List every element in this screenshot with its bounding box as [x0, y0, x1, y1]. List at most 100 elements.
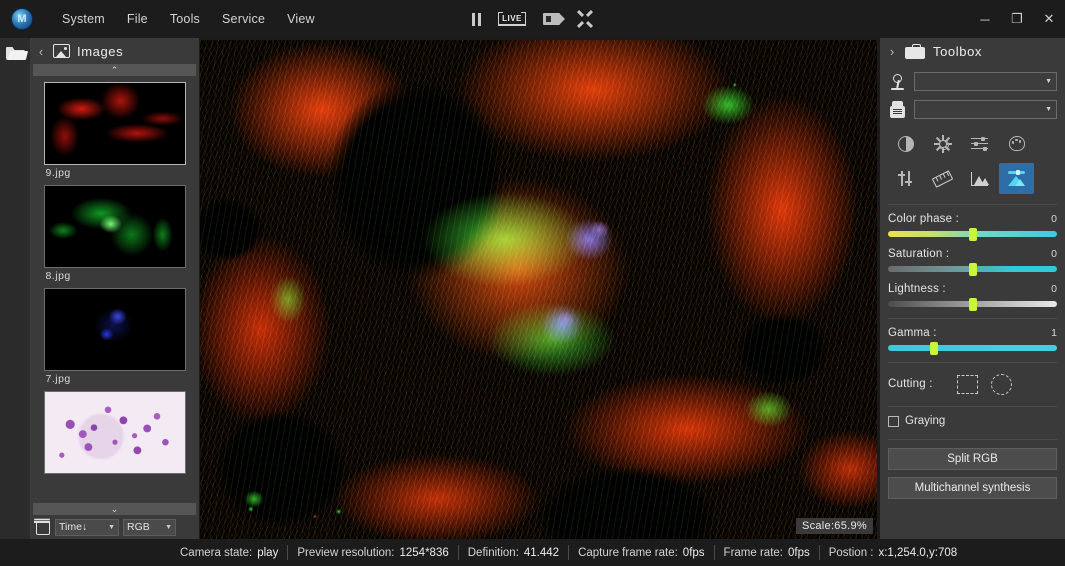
chevron-right-icon[interactable]: › — [887, 44, 897, 59]
list-item[interactable]: 9.jpg — [44, 82, 186, 182]
saturation-slider[interactable] — [888, 266, 1057, 272]
scale-indicator: Scale:65.9% — [796, 518, 873, 534]
toolbox-header: › Toolbox — [880, 38, 1065, 64]
list-item[interactable] — [44, 391, 186, 479]
slider-handle[interactable] — [969, 263, 977, 276]
graying-label: Graying — [905, 415, 945, 427]
sort-select-value: Time↓ — [59, 521, 103, 533]
rect-cut-button[interactable] — [950, 371, 984, 397]
status-position: Postion : x:1,254.0,y:708 — [820, 545, 966, 560]
menu-bar: System File Tools Service View — [51, 6, 326, 32]
menu-item-view[interactable]: View — [276, 6, 326, 32]
slider-handle[interactable] — [969, 228, 977, 241]
channel-select-value: RGB — [127, 521, 160, 533]
tool-icon-grid — [888, 128, 1057, 198]
pause-button[interactable] — [472, 13, 481, 26]
images-panel-footer: Time↓ ▼ RGB ▼ — [30, 515, 199, 539]
fullscreen-icon — [577, 11, 593, 27]
chevron-down-icon: ▼ — [103, 524, 115, 531]
slider-handle[interactable] — [930, 342, 938, 355]
menu-item-service[interactable]: Service — [211, 6, 276, 32]
status-label: Capture frame rate: — [578, 547, 678, 559]
rect-cut-icon — [957, 375, 978, 394]
app-logo-icon: M — [11, 8, 33, 30]
palette-tool-button[interactable] — [999, 128, 1034, 159]
images-panel: ‹ Images ⌃ 9.jpg 8.jpg 7.jpg — [30, 38, 199, 539]
microscope-select[interactable]: ▼ — [914, 72, 1057, 91]
scroll-down-button[interactable]: ⌄ — [33, 503, 196, 515]
fullscreen-button[interactable] — [577, 11, 593, 27]
status-camera-state: Camera state: play — [171, 545, 288, 560]
palette-icon — [1009, 136, 1025, 151]
status-label: Definition: — [468, 547, 519, 559]
color-phase-slider[interactable] — [888, 231, 1057, 237]
chevron-down-icon: ▼ — [1045, 78, 1052, 85]
sort-select[interactable]: Time↓ ▼ — [55, 519, 119, 536]
image-viewer[interactable]: Scale:65.9% — [199, 38, 880, 539]
status-definition: Definition: 41.442 — [459, 545, 569, 560]
image-canvas[interactable]: Scale:65.9% — [200, 40, 877, 539]
divider — [888, 362, 1057, 363]
graying-checkbox[interactable] — [888, 416, 899, 427]
thumbnail-image — [44, 82, 186, 165]
status-frame-rate: Frame rate: 0fps — [715, 545, 820, 560]
status-capture-frame-rate: Capture frame rate: 0fps — [569, 545, 714, 560]
status-label: Frame rate: — [724, 547, 783, 559]
thumbnail-label: 8.jpg — [44, 268, 186, 285]
lightness-control: Lightness : 0 — [888, 283, 1057, 307]
circle-cut-button[interactable] — [984, 371, 1018, 397]
thumbnail-list[interactable]: 9.jpg 8.jpg 7.jpg — [30, 76, 199, 503]
scroll-up-button[interactable]: ⌃ — [33, 64, 196, 76]
multichannel-synthesis-button[interactable]: Multichannel synthesis — [888, 477, 1057, 499]
list-item[interactable]: 7.jpg — [44, 288, 186, 388]
split-rgb-button[interactable]: Split RGB — [888, 448, 1057, 470]
graying-row[interactable]: Graying — [888, 415, 1057, 427]
ruler-icon — [932, 170, 953, 188]
status-label: Postion : — [829, 547, 874, 559]
ruler-tool-button[interactable] — [925, 163, 960, 194]
cutting-control: Cutting : — [888, 371, 1057, 397]
open-folder-icon[interactable] — [6, 45, 25, 60]
contrast-icon — [898, 136, 914, 152]
menu-item-system[interactable]: System — [51, 6, 116, 32]
sort-tool-button[interactable] — [888, 163, 923, 194]
divider — [888, 439, 1057, 440]
levels-tool-button[interactable] — [962, 128, 997, 159]
gamma-value: 1 — [1051, 327, 1057, 339]
lightness-slider[interactable] — [888, 301, 1057, 307]
status-bar: Camera state: play Preview resolution: 1… — [0, 539, 1065, 566]
close-button[interactable]: ✕ — [1033, 0, 1065, 38]
thumbnail-image — [44, 391, 186, 474]
application-window: M System File Tools Service View LIVE ─ — [0, 0, 1065, 566]
channel-select[interactable]: RGB ▼ — [123, 519, 176, 536]
histogram-tool-button[interactable] — [962, 163, 997, 194]
live-button[interactable]: LIVE — [498, 12, 526, 26]
status-value: 0fps — [788, 547, 810, 559]
minimize-button[interactable]: ─ — [969, 0, 1001, 38]
trash-icon[interactable] — [33, 518, 51, 536]
objective-lens-icon — [888, 101, 907, 118]
image-adjust-tool-button[interactable] — [999, 163, 1034, 194]
status-label: Camera state: — [180, 547, 252, 559]
status-label: Preview resolution: — [297, 547, 394, 559]
menu-item-file[interactable]: File — [116, 6, 159, 32]
cutting-label: Cutting : — [888, 378, 950, 390]
fluorescence-microscopy-image — [200, 40, 877, 539]
color-phase-label: Color phase : — [888, 213, 959, 225]
restore-button[interactable]: ❐ — [1001, 0, 1033, 38]
gamma-slider[interactable] — [888, 345, 1057, 351]
list-item[interactable]: 8.jpg — [44, 185, 186, 285]
record-button[interactable] — [543, 13, 560, 25]
chevron-down-icon: ▼ — [1045, 106, 1052, 113]
menu-item-tools[interactable]: Tools — [159, 6, 211, 32]
gamma-control: Gamma : 1 — [888, 327, 1057, 351]
chevron-left-icon[interactable]: ‹ — [36, 44, 46, 59]
status-value: 41.442 — [524, 547, 559, 559]
brightness-tool-button[interactable] — [925, 128, 960, 159]
title-bar: M System File Tools Service View LIVE ─ — [0, 0, 1065, 38]
contrast-tool-button[interactable] — [888, 128, 923, 159]
slider-handle[interactable] — [969, 298, 977, 311]
status-preview-resolution: Preview resolution: 1254*836 — [288, 545, 458, 560]
objective-select[interactable]: ▼ — [914, 100, 1057, 119]
saturation-label: Saturation : — [888, 248, 949, 260]
